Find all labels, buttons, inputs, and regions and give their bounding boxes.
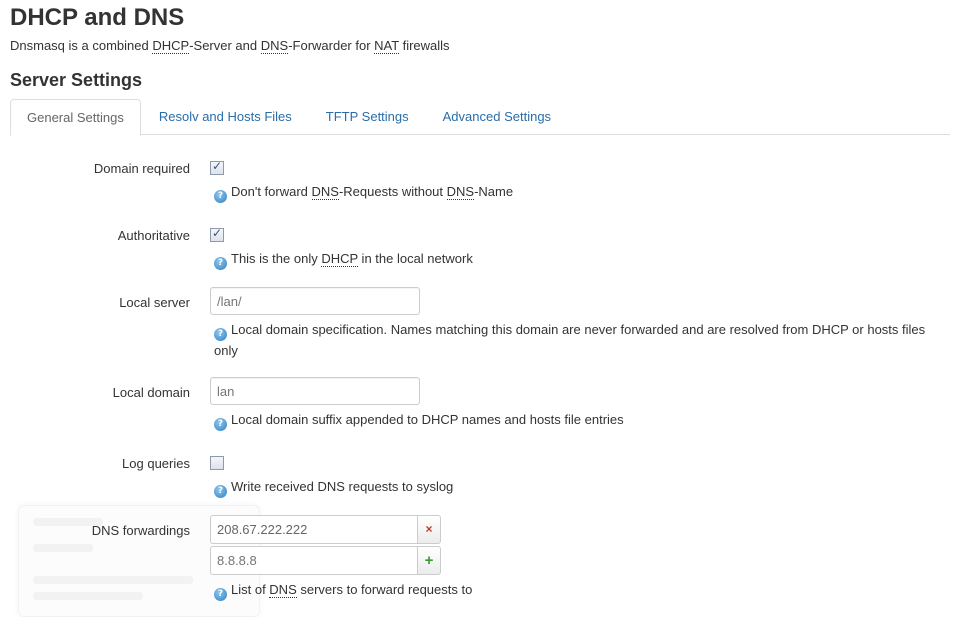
settings-tabs: General Settings Resolv and Hosts Files … — [10, 99, 950, 136]
domain-required-label: Domain required — [93, 161, 190, 176]
dns-forwardings-list: × + — [210, 515, 441, 577]
help-text: Don't forward — [231, 184, 312, 199]
authoritative-checkbox[interactable] — [210, 226, 224, 242]
log-queries-help: ? Write received DNS requests to syslog — [214, 477, 934, 498]
dns-forwardings-help: ? List of DNS servers to forward requests… — [214, 580, 934, 601]
abbr-nat: NAT — [374, 38, 399, 54]
help-icon: ? — [214, 588, 227, 601]
authoritative-label: Authoritative — [117, 228, 190, 243]
desc-text: -Server and — [189, 38, 261, 53]
tab-tftp-settings[interactable]: TFTP Settings — [310, 99, 425, 134]
abbr-dns: DNS — [311, 184, 339, 200]
help-text: servers to forward requests to — [296, 582, 473, 597]
local-server-input[interactable] — [210, 287, 420, 315]
remove-entry-button[interactable]: × — [417, 515, 441, 544]
dns-forwarding-entry: × — [210, 515, 441, 544]
help-icon: ? — [214, 190, 227, 203]
local-domain-label: Local domain — [112, 385, 190, 400]
help-text: List of — [231, 582, 270, 597]
dns-forwarding-new-entry: + — [210, 546, 441, 575]
abbr-dhcp: DHCP — [321, 251, 358, 267]
page-description: Dnsmasq is a combined DHCP-Server and DN… — [10, 38, 450, 54]
desc-text: -Forwarder for — [288, 38, 375, 53]
help-icon: ? — [214, 485, 227, 498]
help-text: Local domain suffix appended to DHCP nam… — [231, 412, 624, 427]
abbr-dns: DNS — [269, 582, 297, 598]
help-text: -Requests without — [338, 184, 447, 199]
local-server-help: ? Local domain specification. Names match… — [214, 320, 934, 361]
desc-text: firewalls — [398, 38, 450, 53]
domain-required-checkbox[interactable] — [210, 159, 224, 175]
log-queries-label: Log queries — [122, 456, 190, 471]
dns-forwarding-new-input[interactable] — [210, 546, 417, 575]
authoritative-help: ? This is the only DHCP in the local netw… — [214, 249, 934, 270]
remove-icon: × — [425, 522, 433, 536]
help-icon: ? — [214, 257, 227, 270]
tab-resolv-hosts-files[interactable]: Resolv and Hosts Files — [143, 99, 308, 134]
local-domain-input[interactable] — [210, 377, 420, 405]
help-icon: ? — [214, 418, 227, 431]
add-entry-button[interactable]: + — [417, 546, 441, 575]
tab-general-settings[interactable]: General Settings — [10, 99, 141, 136]
abbr-dns: DNS — [260, 38, 289, 54]
tab-advanced-settings[interactable]: Advanced Settings — [427, 99, 567, 134]
domain-required-help: ? Don't forward DNS-Requests without DNS-… — [214, 182, 934, 203]
help-text: -Name — [474, 184, 514, 199]
plus-icon: + — [424, 552, 434, 569]
dns-forwardings-label: DNS forwardings — [91, 523, 190, 538]
help-text: in the local network — [357, 251, 473, 266]
dns-forwarding-input[interactable] — [210, 515, 417, 544]
local-domain-help: ? Local domain suffix appended to DHCP na… — [214, 410, 934, 431]
log-queries-checkbox[interactable] — [210, 456, 224, 470]
abbr-dns: DNS — [446, 184, 475, 200]
local-server-label: Local server — [119, 295, 190, 310]
help-text: This is the only — [231, 251, 322, 266]
section-title: Server Settings — [10, 70, 143, 90]
abbr-dhcp: DHCP — [152, 38, 190, 54]
help-text: Write received DNS requests to syslog — [231, 479, 454, 494]
page-title: DHCP and DNS — [10, 4, 185, 31]
help-text: Local domain specification. Names matchi… — [214, 322, 926, 358]
desc-text: Dnsmasq is a combined — [10, 38, 153, 53]
help-icon: ? — [214, 328, 227, 341]
